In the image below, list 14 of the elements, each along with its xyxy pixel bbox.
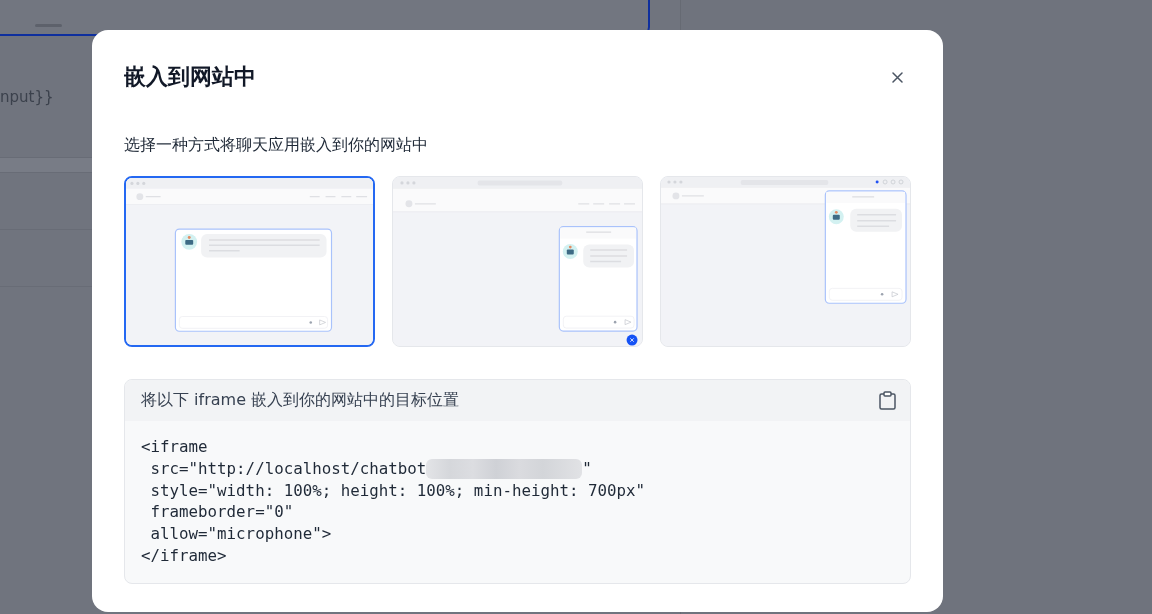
close-icon [891, 71, 903, 83]
code-line: style="width: 100%; height: 100%; min-height: 700px" [149, 479, 646, 502]
code-line: src="http://localhost/chatbot [149, 457, 427, 480]
code-line: allow="microphone"> [149, 523, 332, 545]
code-line: <iframe [141, 436, 208, 458]
code-line: " [582, 457, 592, 480]
code-line: </iframe> [141, 545, 227, 567]
code-line: frameborder="0" [149, 501, 294, 524]
code-instructions: 将以下 iframe 嵌入到你的网站中的目标位置 [141, 390, 460, 411]
dialog-title: 嵌入到网站中 [124, 63, 256, 91]
clipboard-icon [878, 391, 896, 410]
copy-button[interactable] [876, 389, 898, 412]
dialog-subtitle: 选择一种方式将聊天应用嵌入到你的网站中 [124, 134, 429, 156]
full-page-chat-option[interactable] [124, 176, 375, 347]
